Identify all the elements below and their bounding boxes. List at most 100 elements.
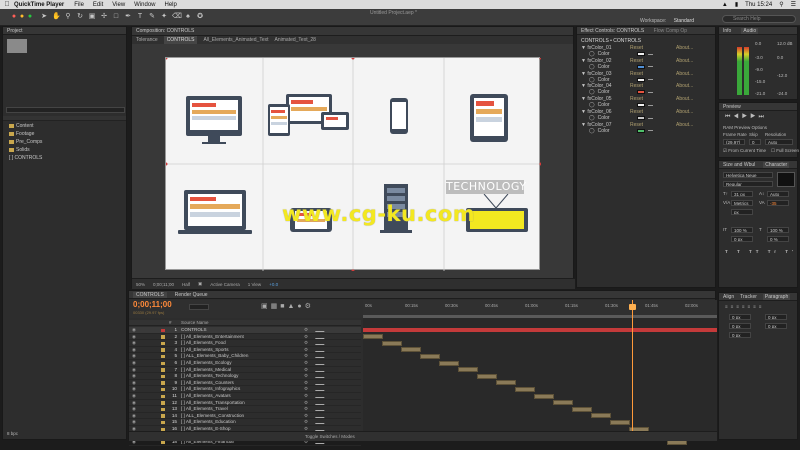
layer-quality-switch[interactable]: [314, 399, 329, 405]
visibility-eye-icon[interactable]: ◉: [132, 393, 136, 399]
playhead-handle[interactable]: [629, 304, 636, 310]
tsume-field[interactable]: 0 %: [767, 236, 789, 242]
indent-left-field[interactable]: 0 px: [729, 314, 751, 320]
visibility-eye-icon[interactable]: ◉: [132, 360, 136, 366]
app-name[interactable]: QuickTime Player: [14, 2, 64, 8]
layer-switch-icon[interactable]: ⚙: [304, 367, 308, 373]
space-after-field[interactable]: 0 px: [765, 323, 787, 329]
project-item-controls[interactable]: [ ] CONTROLS: [9, 155, 42, 161]
comp-timecode[interactable]: 0;00;11;00: [153, 282, 174, 287]
layer-row[interactable]: ◉ 10 [ ] All_Elements_Infographics ⚙: [129, 386, 361, 393]
label-color-swatch[interactable]: [161, 407, 165, 412]
wifi-icon[interactable]: ▲: [722, 2, 728, 8]
label-color-swatch[interactable]: [161, 387, 165, 392]
layer-row[interactable]: ◉ 5 [ ] ALL_Elements_Baby_Children ⚙: [129, 353, 361, 360]
layer-name[interactable]: [ ] All_Elements_Avatars: [181, 393, 231, 399]
resolution-dropdown[interactable]: Half: [182, 282, 190, 287]
menu-edit[interactable]: Edit: [93, 2, 103, 8]
stopwatch-icon[interactable]: ◯: [589, 128, 595, 134]
color-swatch[interactable]: [637, 116, 645, 120]
color-swatch[interactable]: [637, 64, 645, 69]
stopwatch-icon[interactable]: ◯: [589, 102, 595, 108]
effect-controls-tab[interactable]: Effect Controls: CONTROLS Flow Comp Op: [577, 27, 715, 35]
hand-tool-icon[interactable]: ✋: [52, 13, 61, 21]
visibility-eye-icon[interactable]: ◉: [132, 400, 136, 406]
layer-switch-icon[interactable]: ⚙: [304, 334, 308, 340]
font-size-field[interactable]: 31 px: [731, 191, 753, 197]
project-tab[interactable]: Project: [3, 27, 126, 35]
text-style-buttons[interactable]: T T TT Tr T' T,: [725, 249, 800, 254]
pan-behind-tool-icon[interactable]: ✢: [100, 13, 108, 21]
layer-name[interactable]: [ ] ALL_Elements_Baby_Children: [181, 353, 248, 359]
layer-quality-switch[interactable]: [314, 373, 329, 379]
visibility-eye-icon[interactable]: ◉: [132, 334, 136, 340]
transport-controls[interactable]: ⏮◀▶▶⏭: [725, 114, 767, 121]
layer-name[interactable]: [ ] All_Elements_Entertainment: [181, 334, 244, 340]
eraser-tool-icon[interactable]: ⌫: [172, 13, 182, 21]
label-color-swatch[interactable]: [161, 394, 165, 398]
layer-row[interactable]: ◉ 4 [ ] All_Elements_Sports ⚙: [129, 346, 361, 354]
layer-duration-bar[interactable]: [496, 380, 516, 386]
exposure-value[interactable]: +0.0: [269, 282, 278, 287]
pen-tool-icon[interactable]: ✒: [124, 13, 132, 21]
project-item-content[interactable]: Content: [9, 123, 34, 129]
character-tabs[interactable]: Size and Wbul Character: [719, 161, 797, 169]
controls-layer-bar[interactable]: [363, 328, 717, 332]
project-item-solids[interactable]: Solids: [9, 147, 30, 153]
ram-preview-options[interactable]: RAM Preview Options: [723, 125, 767, 130]
puppet-tool-icon[interactable]: ✪: [196, 13, 204, 21]
visibility-eye-icon[interactable]: ◉: [132, 413, 136, 419]
layer-switch-icon[interactable]: ⚙: [304, 406, 308, 412]
layer-row[interactable]: ◉ 2 [ ] All_Elements_Entertainment ⚙: [129, 333, 361, 341]
layer-duration-bar[interactable]: [572, 406, 592, 412]
layer-name[interactable]: [ ] All_Elements_Counters: [181, 380, 234, 386]
stopwatch-icon[interactable]: ◯: [589, 51, 595, 57]
layer-name[interactable]: [ ] All_Elements_Ecology: [181, 360, 232, 366]
layer-duration-bar[interactable]: [382, 340, 402, 346]
workspace-value[interactable]: Standard: [674, 18, 694, 24]
label-color-swatch[interactable]: [161, 361, 165, 365]
type-tool-icon[interactable]: T: [136, 13, 144, 21]
first-line-indent-field[interactable]: 0 px: [729, 332, 751, 338]
layer-switch-icon[interactable]: ⚙: [304, 327, 308, 333]
layer-quality-switch[interactable]: [314, 353, 329, 359]
layer-switch-icon[interactable]: ⚙: [304, 380, 308, 386]
eyedropper-icon[interactable]: [648, 130, 653, 132]
layer-quality-switch[interactable]: [314, 419, 329, 425]
breadcrumb-2[interactable]: All_Elements_Animated_Text: [203, 36, 268, 44]
menu-list-icon[interactable]: ☰: [791, 1, 796, 8]
layer-duration-bar[interactable]: [534, 393, 554, 399]
visibility-eye-icon[interactable]: ◉: [132, 367, 136, 373]
eyedropper-icon[interactable]: [648, 66, 653, 68]
visibility-eye-icon[interactable]: ◉: [132, 353, 136, 359]
font-family-field[interactable]: Helvetica Neue: [723, 172, 773, 178]
label-color-swatch[interactable]: [161, 348, 165, 352]
battery-icon[interactable]: ▮: [735, 1, 738, 8]
vertical-scale-field[interactable]: 100 %: [731, 227, 753, 233]
tracking-field[interactable]: -35: [767, 200, 789, 206]
indent-right-field[interactable]: 0 px: [765, 314, 787, 320]
active-camera-dropdown[interactable]: Active Camera: [210, 282, 240, 287]
stroke-width-field[interactable]: px: [731, 209, 753, 215]
breadcrumb-1[interactable]: CONTROLS: [163, 36, 198, 44]
layer-row[interactable]: ◉ 7 [ ] All_Elements_Medical ⚙: [129, 366, 361, 374]
layer-name[interactable]: [ ] All_Elements_Food: [181, 340, 226, 346]
layer-quality-switch[interactable]: [314, 360, 329, 365]
clock[interactable]: Thu 15:24: [745, 2, 772, 8]
camera-tool-icon[interactable]: ▣: [88, 13, 96, 21]
rotate-tool-icon[interactable]: ↻: [76, 13, 84, 21]
layer-name[interactable]: [ ] All_Elements_Medical: [181, 367, 231, 373]
layer-quality-switch[interactable]: [314, 406, 329, 412]
layer-name[interactable]: [ ] ALL_Elements_Construction: [181, 413, 244, 419]
stopwatch-icon[interactable]: ◯: [589, 115, 595, 121]
rectangle-tool-icon[interactable]: □: [112, 13, 120, 21]
breadcrumb-0[interactable]: Tolerance: [136, 36, 158, 44]
visibility-eye-icon[interactable]: ◉: [132, 406, 136, 412]
apple-icon[interactable]: : [0, 1, 14, 8]
layer-duration-bar[interactable]: [591, 413, 611, 419]
project-search-input[interactable]: [6, 107, 125, 113]
eyedropper-icon[interactable]: [648, 117, 653, 119]
breadcrumb-3[interactable]: Animated_Text_28: [275, 36, 316, 44]
baseline-shift-field[interactable]: 0 px: [731, 236, 753, 242]
views-dropdown[interactable]: 1 View: [248, 282, 261, 287]
